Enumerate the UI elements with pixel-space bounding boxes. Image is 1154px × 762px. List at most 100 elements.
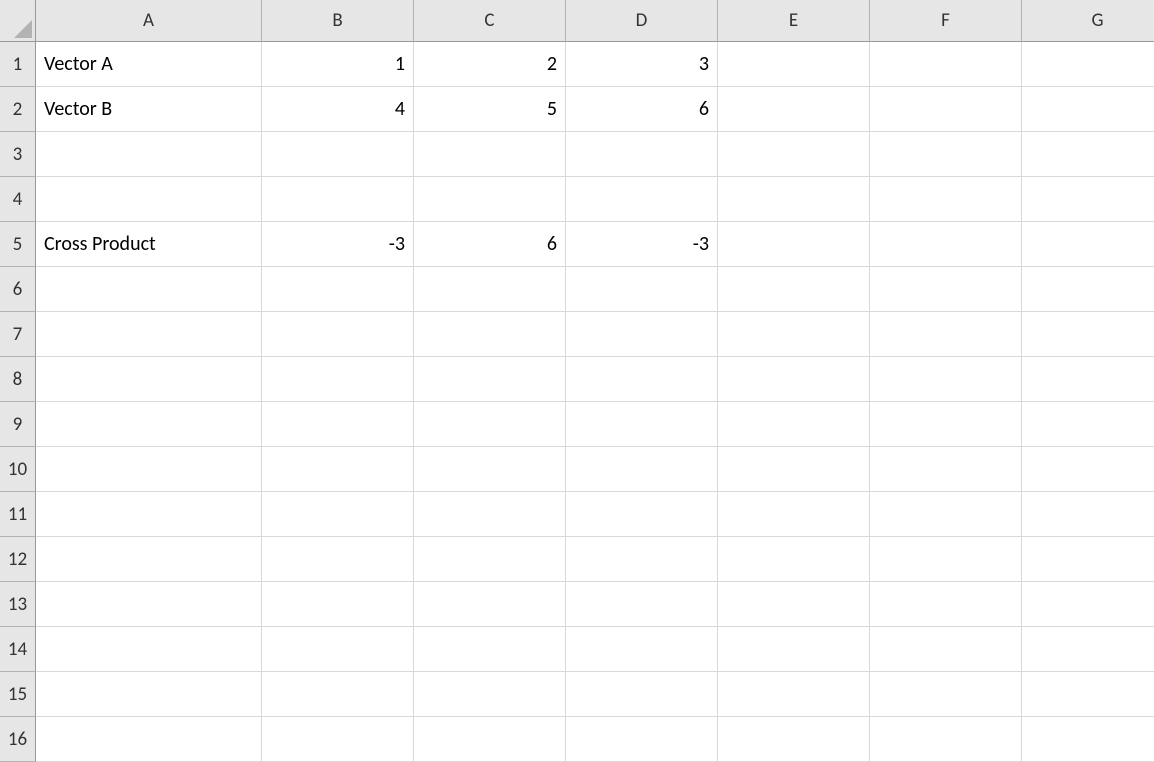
cell-C3[interactable] [414,132,566,177]
cell-E7[interactable] [718,312,870,357]
cell-F15[interactable] [870,672,1022,717]
cell-F6[interactable] [870,267,1022,312]
cell-F16[interactable] [870,717,1022,762]
row-header-16[interactable]: 16 [0,717,36,762]
row-header-14[interactable]: 14 [0,627,36,672]
cell-B9[interactable] [262,402,414,447]
cell-F10[interactable] [870,447,1022,492]
cell-D13[interactable] [566,582,718,627]
row-header-1[interactable]: 1 [0,42,36,87]
cell-F1[interactable] [870,42,1022,87]
cell-G8[interactable] [1022,357,1154,402]
cell-B6[interactable] [262,267,414,312]
cell-G14[interactable] [1022,627,1154,672]
cell-E11[interactable] [718,492,870,537]
cell-C6[interactable] [414,267,566,312]
cell-E5[interactable] [718,222,870,267]
cell-F9[interactable] [870,402,1022,447]
cell-E1[interactable] [718,42,870,87]
cell-D3[interactable] [566,132,718,177]
cell-A16[interactable] [36,717,262,762]
cell-B16[interactable] [262,717,414,762]
cell-F11[interactable] [870,492,1022,537]
cell-C9[interactable] [414,402,566,447]
cell-G16[interactable] [1022,717,1154,762]
row-header-12[interactable]: 12 [0,537,36,582]
cell-B5[interactable]: -3 [262,222,414,267]
cell-F7[interactable] [870,312,1022,357]
cell-C12[interactable] [414,537,566,582]
cell-C16[interactable] [414,717,566,762]
select-all-corner[interactable] [0,0,36,42]
cell-B14[interactable] [262,627,414,672]
cell-G10[interactable] [1022,447,1154,492]
cell-B1[interactable]: 1 [262,42,414,87]
cell-D4[interactable] [566,177,718,222]
cell-B11[interactable] [262,492,414,537]
cell-B3[interactable] [262,132,414,177]
cell-C13[interactable] [414,582,566,627]
col-header-C[interactable]: C [414,0,566,42]
col-header-D[interactable]: D [566,0,718,42]
row-header-4[interactable]: 4 [0,177,36,222]
cell-D9[interactable] [566,402,718,447]
cell-A6[interactable] [36,267,262,312]
cell-D5[interactable]: -3 [566,222,718,267]
cell-G7[interactable] [1022,312,1154,357]
cell-G1[interactable] [1022,42,1154,87]
row-header-10[interactable]: 10 [0,447,36,492]
cell-E8[interactable] [718,357,870,402]
cell-G12[interactable] [1022,537,1154,582]
cell-F5[interactable] [870,222,1022,267]
row-header-11[interactable]: 11 [0,492,36,537]
cell-D14[interactable] [566,627,718,672]
cell-E13[interactable] [718,582,870,627]
cell-E9[interactable] [718,402,870,447]
cell-D8[interactable] [566,357,718,402]
cell-D15[interactable] [566,672,718,717]
cell-A12[interactable] [36,537,262,582]
cell-C2[interactable]: 5 [414,87,566,132]
cell-E14[interactable] [718,627,870,672]
row-header-5[interactable]: 5 [0,222,36,267]
cell-E6[interactable] [718,267,870,312]
col-header-A[interactable]: A [36,0,262,42]
cell-B4[interactable] [262,177,414,222]
cell-C11[interactable] [414,492,566,537]
cell-F13[interactable] [870,582,1022,627]
cell-A8[interactable] [36,357,262,402]
cell-B10[interactable] [262,447,414,492]
col-header-E[interactable]: E [718,0,870,42]
cell-F2[interactable] [870,87,1022,132]
cell-D2[interactable]: 6 [566,87,718,132]
row-header-9[interactable]: 9 [0,402,36,447]
row-header-3[interactable]: 3 [0,132,36,177]
cell-A14[interactable] [36,627,262,672]
cell-E10[interactable] [718,447,870,492]
row-header-8[interactable]: 8 [0,357,36,402]
cell-G5[interactable] [1022,222,1154,267]
cell-C5[interactable]: 6 [414,222,566,267]
cell-A2[interactable]: Vector B [36,87,262,132]
cell-D16[interactable] [566,717,718,762]
cell-F8[interactable] [870,357,1022,402]
row-header-7[interactable]: 7 [0,312,36,357]
col-header-B[interactable]: B [262,0,414,42]
cell-C4[interactable] [414,177,566,222]
cell-D12[interactable] [566,537,718,582]
cell-C1[interactable]: 2 [414,42,566,87]
cell-D11[interactable] [566,492,718,537]
cell-F14[interactable] [870,627,1022,672]
row-header-13[interactable]: 13 [0,582,36,627]
cell-D1[interactable]: 3 [566,42,718,87]
row-header-6[interactable]: 6 [0,267,36,312]
cell-C15[interactable] [414,672,566,717]
cell-A13[interactable] [36,582,262,627]
cell-E4[interactable] [718,177,870,222]
cell-C8[interactable] [414,357,566,402]
cell-C7[interactable] [414,312,566,357]
cell-A3[interactable] [36,132,262,177]
row-header-2[interactable]: 2 [0,87,36,132]
cell-A11[interactable] [36,492,262,537]
row-header-15[interactable]: 15 [0,672,36,717]
